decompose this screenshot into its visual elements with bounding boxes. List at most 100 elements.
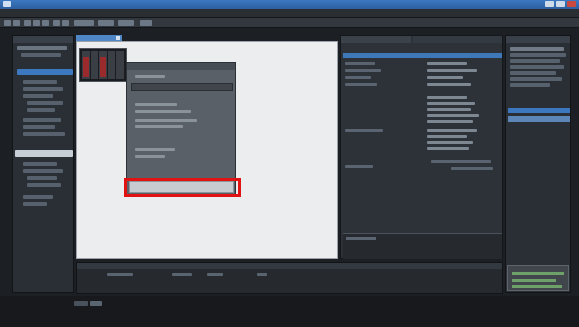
- property-tab-1[interactable]: [341, 36, 411, 43]
- toolbox-item[interactable]: [510, 83, 550, 87]
- property-value[interactable]: [427, 135, 467, 138]
- menu-item-6[interactable]: [84, 11, 98, 15]
- property-value[interactable]: [427, 129, 477, 132]
- toolbox-item-selected[interactable]: [508, 116, 570, 122]
- tree-item[interactable]: [23, 80, 57, 84]
- property-name: [345, 129, 383, 132]
- minimize-icon[interactable]: [545, 1, 554, 7]
- open-icon[interactable]: [4, 20, 11, 26]
- property-value[interactable]: [427, 114, 479, 117]
- menu-item-2[interactable]: [20, 11, 34, 15]
- app-icon: [3, 1, 11, 7]
- output-title: [80, 264, 140, 268]
- toolbox-item[interactable]: [510, 65, 564, 69]
- tree-item[interactable]: [23, 202, 47, 206]
- property-value[interactable]: [427, 108, 471, 111]
- status-bar: [0, 296, 579, 327]
- maximize-icon[interactable]: [556, 1, 565, 7]
- output-column-header: [107, 273, 133, 276]
- tree-item[interactable]: [23, 94, 53, 98]
- property-value[interactable]: [427, 147, 469, 150]
- dialog-label: [135, 119, 197, 122]
- online-icon[interactable]: [98, 20, 114, 26]
- overview-thumbnail[interactable]: [507, 265, 569, 291]
- property-name: [345, 69, 381, 72]
- menu-item-8[interactable]: [116, 11, 130, 15]
- property-row-selected[interactable]: [343, 53, 502, 58]
- title-bar: [0, 0, 579, 9]
- dialog-title: [130, 64, 190, 69]
- rack-slot[interactable]: [99, 51, 107, 79]
- close-icon[interactable]: [567, 1, 576, 7]
- tree-item[interactable]: [23, 169, 63, 173]
- controller-rack[interactable]: [79, 48, 127, 82]
- tree-item[interactable]: [27, 183, 61, 187]
- toolbox-header: [506, 36, 570, 43]
- tree-item[interactable]: [23, 162, 57, 166]
- property-name: [345, 83, 377, 86]
- save-icon[interactable]: [13, 20, 20, 26]
- menu-item-7[interactable]: [100, 11, 114, 15]
- rack-slot[interactable]: [107, 51, 116, 79]
- tree-item[interactable]: [23, 132, 65, 136]
- tree-item-selected[interactable]: [17, 69, 73, 75]
- toolbox-section-header[interactable]: [508, 108, 570, 113]
- tree-item[interactable]: [27, 101, 63, 105]
- dialog-field[interactable]: [131, 83, 233, 91]
- property-value[interactable]: [427, 102, 475, 105]
- close-tab-icon[interactable]: [116, 36, 120, 40]
- dialog-label: [135, 125, 183, 128]
- dialog-header: [127, 63, 235, 70]
- tree-item[interactable]: [23, 125, 55, 129]
- tree-item[interactable]: [23, 87, 63, 91]
- property-value[interactable]: [427, 62, 467, 65]
- property-value[interactable]: [427, 83, 471, 86]
- toolbox-item[interactable]: [510, 71, 556, 75]
- menu-item-9[interactable]: [132, 11, 146, 15]
- property-value[interactable]: [427, 76, 463, 79]
- property-tab-2[interactable]: [413, 36, 502, 43]
- toolbox-item[interactable]: [510, 59, 560, 63]
- tree-item[interactable]: [21, 53, 61, 57]
- undo-icon[interactable]: [53, 20, 60, 26]
- property-value[interactable]: [427, 141, 473, 144]
- redo-icon[interactable]: [62, 20, 69, 26]
- rack-slot[interactable]: [116, 51, 124, 79]
- toolbox-item[interactable]: [510, 47, 564, 51]
- status-button[interactable]: [90, 301, 102, 306]
- toolbox-item[interactable]: [510, 53, 566, 57]
- property-name: [345, 165, 373, 168]
- tree-item-highlighted[interactable]: [15, 150, 73, 157]
- menu-item-5[interactable]: [68, 11, 82, 15]
- menu-item-4[interactable]: [52, 11, 66, 15]
- transfer-icon[interactable]: [118, 20, 134, 26]
- property-tab-label: [416, 37, 476, 42]
- build-icon[interactable]: [74, 20, 94, 26]
- output-header: [77, 263, 502, 269]
- settings-icon[interactable]: [140, 20, 152, 26]
- property-value[interactable]: [427, 96, 467, 99]
- menu-item-1[interactable]: [4, 11, 18, 15]
- tree-item[interactable]: [27, 176, 57, 180]
- menu-item-10[interactable]: [148, 11, 162, 15]
- tree-item[interactable]: [27, 108, 55, 112]
- dialog-label: [135, 155, 165, 158]
- copy-icon[interactable]: [33, 20, 40, 26]
- thumbnail-content: [512, 272, 564, 275]
- cut-icon[interactable]: [24, 20, 31, 26]
- tree-item[interactable]: [23, 118, 61, 122]
- tree-item[interactable]: [17, 46, 67, 50]
- property-description: [343, 233, 502, 259]
- output-column-header: [207, 273, 223, 276]
- property-panel: [340, 35, 503, 259]
- status-button[interactable]: [74, 301, 88, 306]
- property-value[interactable]: [427, 120, 473, 123]
- toolbox-item[interactable]: [510, 77, 562, 81]
- tree-item[interactable]: [23, 195, 53, 199]
- menu-item-3[interactable]: [36, 11, 50, 15]
- paste-icon[interactable]: [42, 20, 49, 26]
- toolbox-title: [509, 37, 549, 42]
- property-value[interactable]: [427, 69, 477, 72]
- rack-slot[interactable]: [90, 51, 99, 79]
- rack-slot[interactable]: [82, 51, 90, 79]
